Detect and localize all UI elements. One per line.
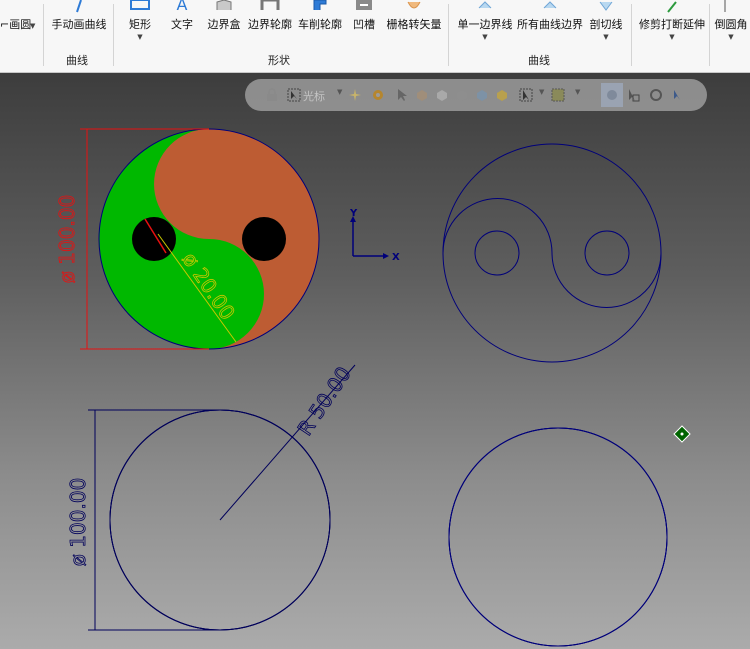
trim-break-extend-icon	[667, 1, 677, 13]
tool-label-bounding-box: 边界盒	[207, 18, 241, 31]
flower-plain[interactable]	[448, 427, 668, 647]
tool-label-raster-to-vector: 栅格转矢量	[386, 18, 442, 31]
tool-single-boundary[interactable]: 单一边界线 ▼	[455, 0, 515, 46]
group-label-curves-1: 曲线	[66, 54, 88, 67]
group-separator	[709, 4, 710, 66]
tool-boundary-profile[interactable]: 边界轮廓	[246, 0, 294, 46]
group-separator	[43, 4, 44, 66]
dimension-text: ø 100.00	[55, 195, 79, 284]
dimension-flower-diameter[interactable]: ø 100.00	[66, 477, 91, 567]
tool-groove[interactable]: 凹槽	[347, 0, 381, 46]
ribbon-toolbar: ⌐画圆 ▼ 手动画曲线 曲线 矩形 ▼ A 文字 边界盒 边界轮廓 车削轮廓 凹…	[0, 0, 750, 73]
yinyang-outline[interactable]	[442, 143, 662, 363]
group-separator	[631, 4, 632, 66]
petal-arc[interactable]	[124, 574, 316, 631]
tool-label-all-curve-boundary: 所有曲线边界	[517, 18, 583, 31]
dimension-flower-radius[interactable]: R 50.00	[292, 362, 356, 440]
tool-label-freehand-curve: 手动画曲线	[51, 18, 107, 31]
tool-label-trim-break-extend: 修剪打断延伸	[639, 18, 705, 31]
petal-arc[interactable]	[219, 464, 331, 631]
chevron-down-icon: ▼	[669, 33, 675, 41]
move-handle-icon[interactable]	[673, 425, 691, 443]
tool-trim-break-extend[interactable]: 修剪打断延伸 ▼	[637, 0, 707, 46]
petal-arc[interactable]	[557, 427, 668, 592]
tool-label-boundary-profile: 边界轮廓	[248, 18, 292, 31]
group-separator	[113, 4, 114, 66]
single-boundary-icon	[478, 1, 492, 9]
bounding-box-icon	[216, 0, 232, 10]
yinyang-filled[interactable]	[98, 128, 320, 350]
cad-drawing[interactable]: ø 100.00 ø 20.00 Y X ø 100.00 R 50.00	[0, 73, 750, 649]
boundary-profile-icon	[260, 0, 280, 10]
chevron-down-icon: ▼	[728, 33, 734, 41]
tool-freehand-curve[interactable]: 手动画曲线	[48, 0, 110, 46]
tool-label-lathe-profile: 车削轮廓	[298, 18, 342, 31]
chevron-down-icon[interactable]: ▼	[30, 22, 35, 30]
tool-fillet[interactable]: 倒圆角 ▼	[712, 0, 750, 46]
petal-arc[interactable]	[109, 464, 221, 631]
all-curve-boundary-icon	[543, 1, 557, 9]
axis-triad: Y X	[349, 208, 400, 263]
chevron-down-icon: ▼	[603, 33, 609, 41]
tool-label-text: 文字	[171, 18, 193, 31]
petal-arc[interactable]	[448, 482, 559, 647]
chevron-down-icon: ▼	[137, 33, 143, 41]
tool-label-section-line: 剖切线	[589, 18, 623, 31]
petal-arc[interactable]	[124, 409, 316, 466]
axis-x-label: X	[392, 252, 400, 263]
tool-lathe-profile[interactable]: 车削轮廓	[296, 0, 344, 46]
text-tool-icon: A	[176, 0, 188, 14]
tool-label-groove: 凹槽	[353, 18, 375, 31]
tool-text[interactable]: A 文字	[165, 0, 199, 46]
axis-y-label: Y	[349, 208, 358, 219]
fillet-icon	[724, 0, 726, 12]
groove-icon	[356, 0, 372, 10]
tool-bounding-box[interactable]: 边界盒	[204, 0, 244, 46]
freehand-curve-icon	[76, 0, 82, 13]
tool-section-line[interactable]: 剖切线 ▼	[587, 0, 625, 46]
tool-all-curve-boundary[interactable]: 所有曲线边界	[516, 0, 584, 46]
tool-label-rectangle: 矩形	[129, 18, 151, 31]
petal-arc[interactable]	[109, 409, 221, 576]
petal-arc[interactable]	[463, 427, 653, 483]
raster-to-vector-icon	[407, 1, 421, 9]
rectangle-icon	[130, 0, 150, 10]
group-label-curves-2: 曲线	[528, 54, 550, 67]
tool-rectangle[interactable]: 矩形 ▼	[122, 0, 158, 46]
petal-arc[interactable]	[463, 591, 653, 647]
lathe-profile-icon	[313, 0, 327, 10]
petal-arc[interactable]	[557, 482, 668, 647]
tool-raster-to-vector[interactable]: 栅格转矢量	[384, 0, 444, 46]
tool-label-single-boundary: 单一边界线	[457, 18, 513, 31]
group-separator	[448, 4, 449, 66]
group-label-shapes: 形状	[268, 54, 290, 67]
chevron-down-icon: ▼	[482, 33, 488, 41]
tool-label-fillet: 倒圆角	[714, 18, 748, 31]
section-line-icon	[599, 1, 613, 11]
petal-arc[interactable]	[448, 427, 559, 592]
